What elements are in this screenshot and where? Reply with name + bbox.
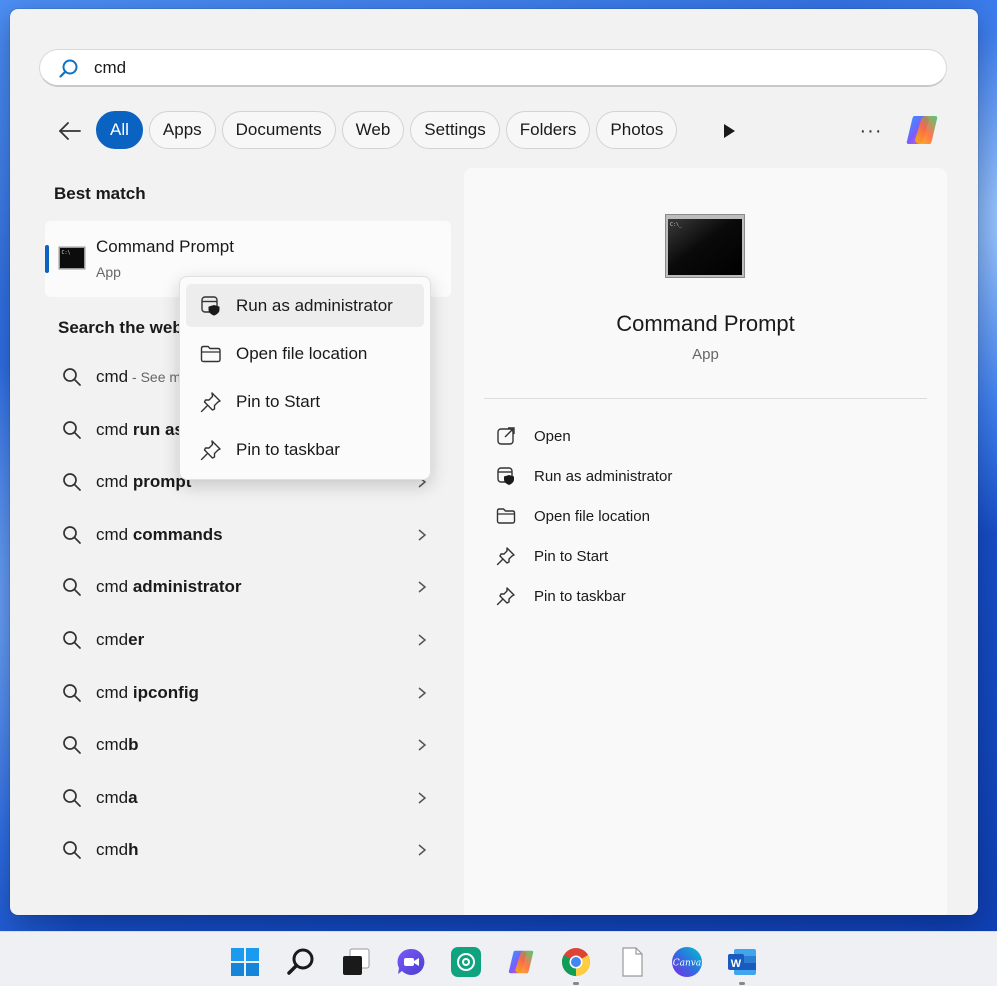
search-icon — [63, 683, 81, 702]
best-match-heading: Best match — [54, 184, 146, 203]
folder-icon — [496, 508, 516, 524]
search-icon[interactable] — [285, 946, 317, 978]
open-external-icon — [497, 427, 515, 445]
meet-icon[interactable] — [395, 946, 427, 978]
copilot-icon[interactable] — [902, 110, 942, 150]
search-icon — [63, 578, 81, 597]
filter-photos[interactable]: Photos — [596, 111, 678, 149]
context-item-label: Run as administrator — [236, 296, 393, 315]
search-icon — [59, 59, 78, 78]
best-match-name: Command Prompt — [96, 237, 234, 256]
search-icon — [63, 368, 81, 386]
web-suggestion-row[interactable]: cmdb — [45, 719, 451, 772]
search-web-heading: Search the web — [58, 318, 183, 337]
best-match-kind: App — [96, 264, 121, 280]
search-icon — [63, 473, 81, 492]
web-suggestion-text: cmdh — [96, 840, 139, 860]
folder-icon — [200, 345, 221, 363]
web-suggestion-text: cmd administrator — [96, 577, 242, 597]
detail-pane: C:\_ Command Prompt App Open Run as admi… — [464, 168, 947, 915]
search-icon — [63, 788, 81, 807]
filter-documents[interactable]: Documents — [221, 111, 336, 149]
search-icon — [63, 525, 81, 544]
chevron-right-icon — [418, 739, 427, 751]
canva-logo-text: Canva — [673, 959, 702, 969]
context-open-file-location[interactable]: Open file location — [186, 332, 424, 375]
web-suggestion-text: cmd ipconfig — [96, 682, 199, 702]
search-box[interactable] — [39, 49, 947, 87]
context-item-label: Pin to taskbar — [236, 440, 340, 459]
web-suggestion-row[interactable]: cmd ipconfig — [45, 667, 451, 720]
pin-icon — [496, 587, 515, 606]
action-label: Run as administrator — [534, 468, 673, 485]
filter-apps[interactable]: Apps — [148, 111, 216, 149]
chevron-right-icon — [418, 581, 427, 593]
command-prompt-icon: C:\ — [58, 246, 86, 270]
word-logo-text: W — [731, 958, 742, 970]
context-run-as-admin[interactable]: Run as administrator — [186, 284, 424, 327]
web-suggestion-text: cmd run as — [96, 419, 184, 439]
web-suggestion-row[interactable]: cmd commands — [45, 509, 451, 562]
web-suggestion-text: cmder — [96, 629, 145, 649]
pin-icon — [200, 392, 221, 413]
context-pin-to-taskbar[interactable]: Pin to taskbar — [186, 428, 424, 471]
web-suggestion-text: cmd - See m — [96, 367, 182, 386]
chatgpt-icon[interactable] — [450, 946, 482, 978]
pin-icon — [496, 547, 515, 566]
web-suggestion-row[interactable]: cmdh — [45, 824, 451, 877]
web-suggestion-row[interactable]: cmder — [45, 614, 451, 667]
chevron-right-icon — [418, 686, 427, 699]
copilot-icon[interactable] — [505, 946, 537, 978]
action-label: Pin to Start — [534, 548, 609, 565]
chevron-right-icon — [418, 634, 427, 646]
filter-chips: All Apps Documents Web Settings Folders … — [96, 111, 678, 151]
taskbar: Canva W — [0, 931, 997, 986]
chevron-right-icon — [418, 529, 427, 541]
svg-text:C:\: C:\ — [62, 250, 71, 256]
search-icon — [63, 420, 81, 439]
selection-indicator — [45, 245, 49, 273]
detail-title: Command Prompt — [616, 311, 795, 336]
filter-settings[interactable]: Settings — [410, 111, 500, 149]
context-menu: Run as administrator Open file location … — [179, 276, 431, 480]
detail-subtitle: App — [692, 346, 719, 363]
context-pin-to-start[interactable]: Pin to Start — [186, 380, 424, 423]
task-view-icon[interactable] — [340, 946, 372, 978]
web-suggestion-row[interactable]: cmda — [45, 772, 451, 825]
filter-all[interactable]: All — [96, 111, 143, 149]
search-panel: All Apps Documents Web Settings Folders … — [10, 9, 978, 915]
web-suggestion-text: cmd commands — [96, 524, 223, 544]
canva-icon[interactable]: Canva — [671, 946, 703, 978]
shield-window-icon — [201, 296, 220, 316]
search-icon — [63, 736, 81, 755]
search-icon — [63, 841, 81, 860]
chrome-icon[interactable] — [560, 946, 592, 978]
file-icon[interactable] — [616, 946, 648, 978]
action-label: Open — [534, 428, 571, 445]
divider — [484, 398, 927, 399]
web-suggestion-text: cmda — [96, 787, 138, 807]
pin-icon — [200, 440, 221, 461]
action-label: Open file location — [534, 508, 650, 525]
web-suggestion-text: cmdb — [96, 735, 139, 755]
chevron-right-icon — [418, 844, 427, 856]
more-options-button[interactable]: ··· — [858, 120, 884, 142]
word-icon[interactable]: W — [726, 946, 758, 978]
context-item-label: Open file location — [236, 344, 368, 363]
search-input[interactable] — [94, 57, 894, 79]
search-icon — [63, 631, 81, 649]
chevron-right-icon — [418, 792, 427, 804]
windows-start-icon[interactable] — [229, 946, 261, 978]
shield-window-icon — [497, 467, 514, 485]
back-arrow-icon[interactable] — [56, 117, 84, 145]
action-label: Pin to taskbar — [534, 588, 626, 605]
command-prompt-icon: C:\_ — [665, 214, 745, 278]
web-suggestion-text: cmd prompt — [96, 472, 192, 492]
web-suggestion-row[interactable]: cmd administrator — [45, 561, 451, 614]
filter-folders[interactable]: Folders — [505, 111, 591, 149]
context-item-label: Pin to Start — [236, 392, 321, 411]
filter-web[interactable]: Web — [341, 111, 405, 149]
play-icon[interactable] — [718, 120, 740, 142]
svg-text:C:\_: C:\_ — [670, 222, 683, 228]
